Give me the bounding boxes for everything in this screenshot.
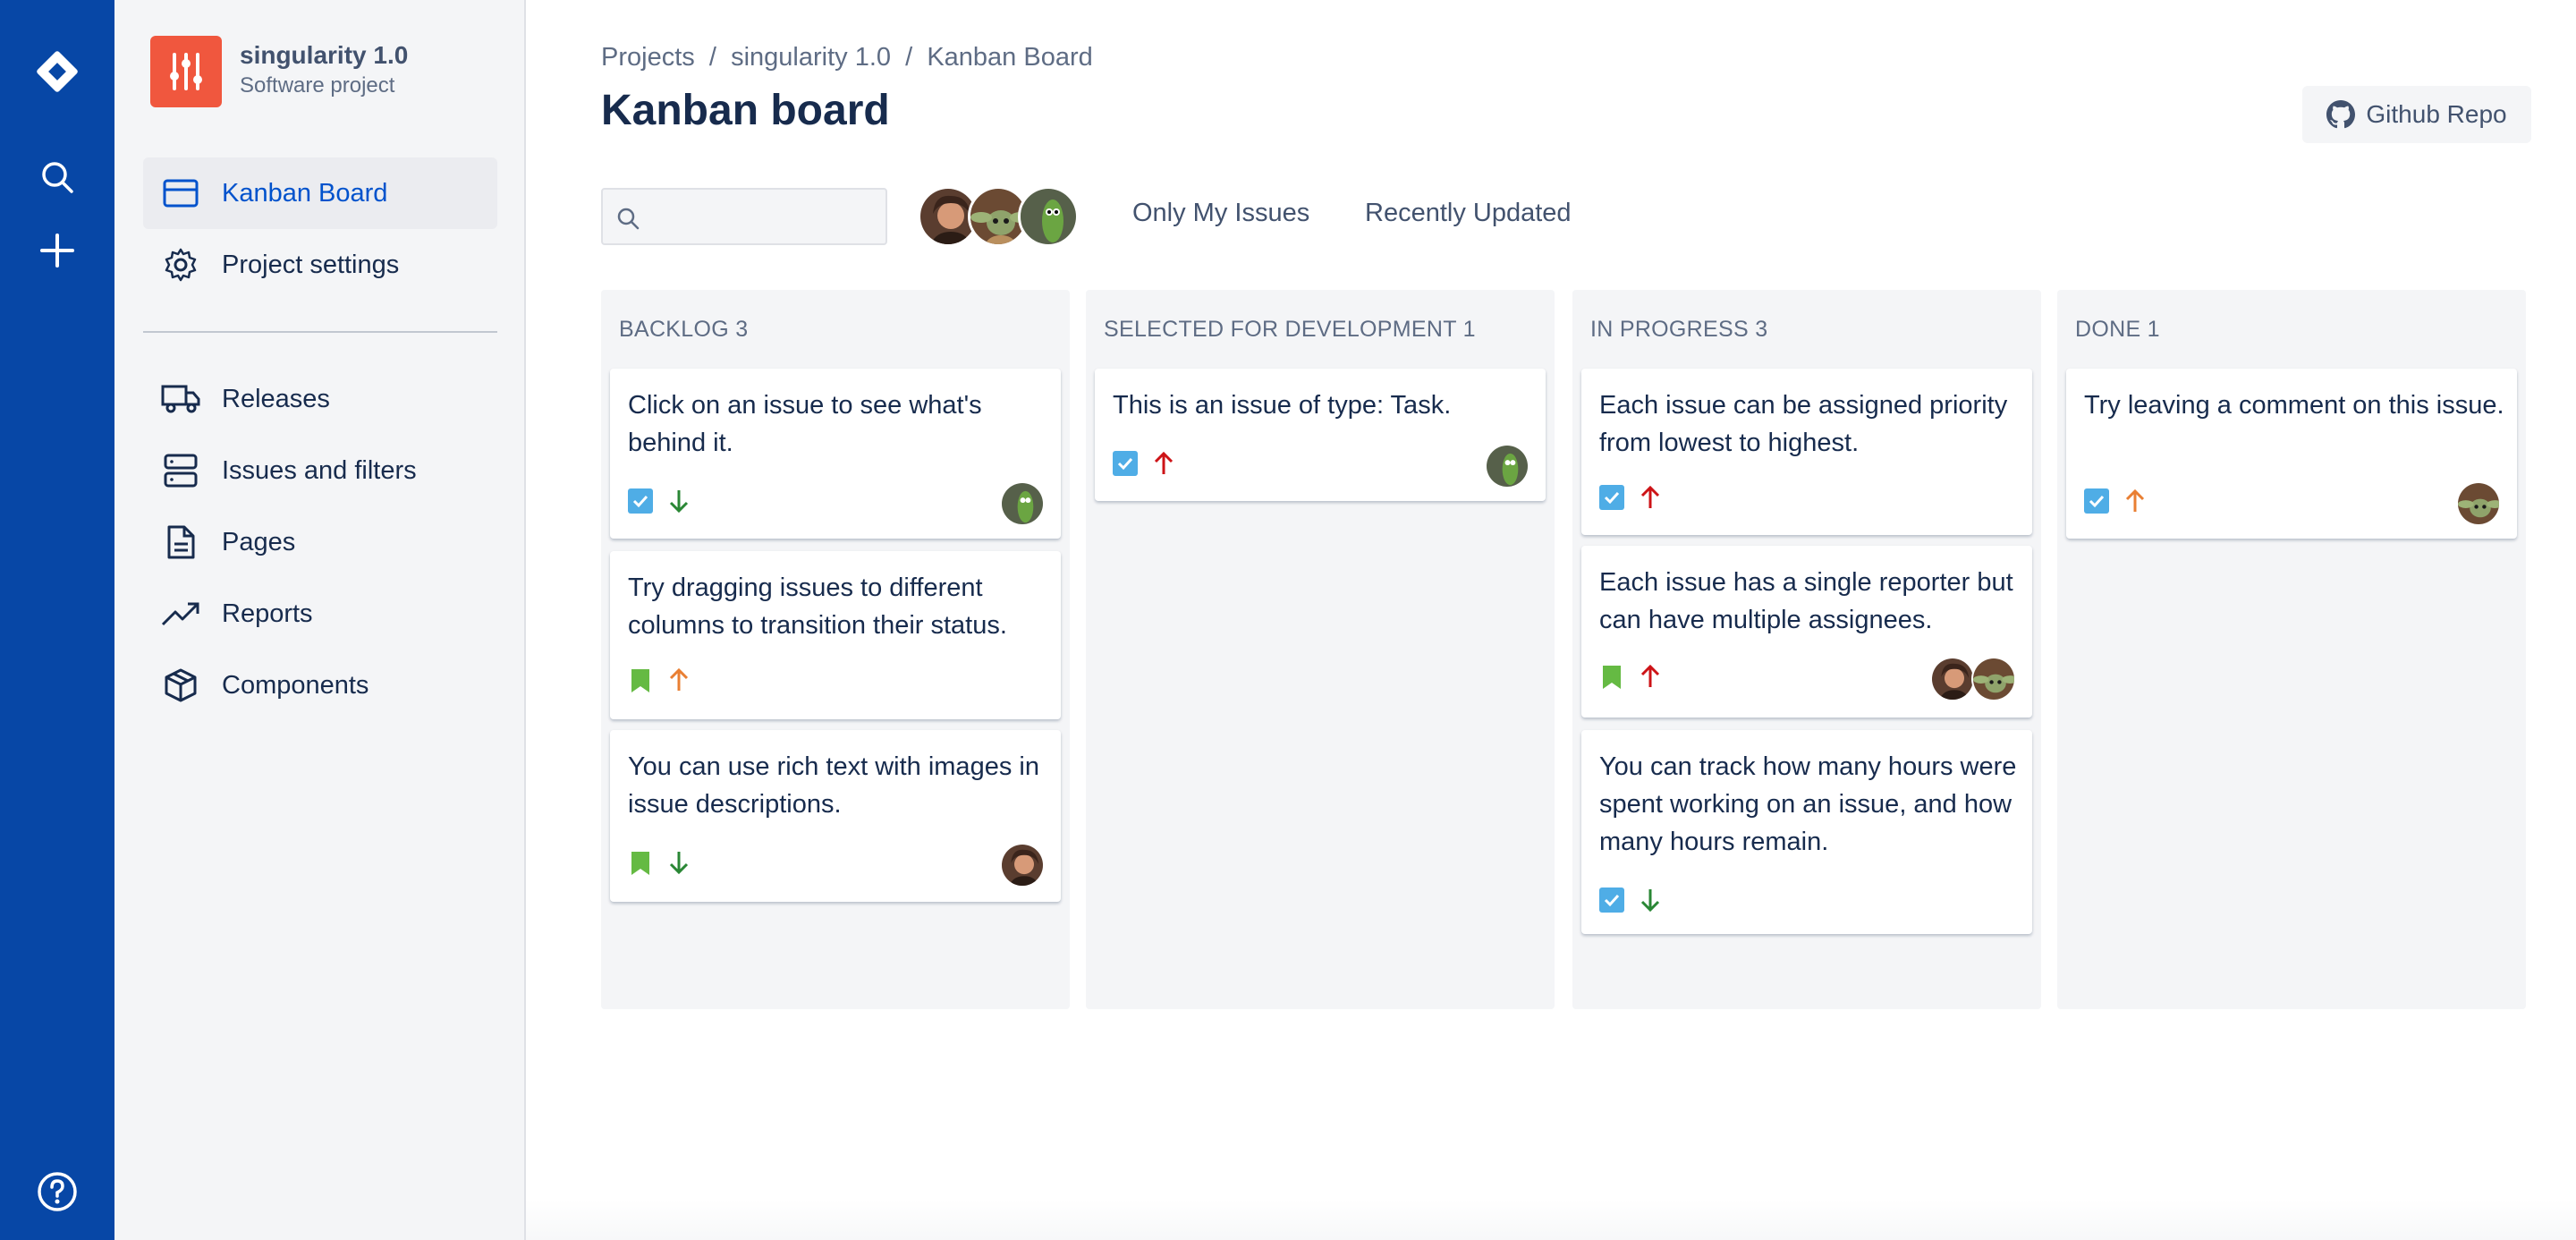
breadcrumb-separator bbox=[695, 43, 709, 72]
plus-icon[interactable] bbox=[0, 222, 114, 279]
avatar bbox=[1971, 657, 2016, 701]
task-type-icon bbox=[1599, 888, 1624, 913]
sidebar-divider bbox=[143, 331, 497, 333]
issue-card[interactable]: Each issue has a single reporter but can… bbox=[1581, 546, 2032, 718]
priority-high-icon bbox=[1637, 483, 1664, 512]
breadcrumb: Projects / singularity 1.0 / Kanban Boar… bbox=[601, 43, 1093, 72]
avatar bbox=[1485, 444, 1530, 488]
breadcrumb-separator: / bbox=[905, 43, 913, 72]
story-type-icon bbox=[1599, 664, 1624, 689]
github-icon bbox=[2326, 100, 2356, 129]
sidebar-item-issues-and-filters[interactable]: Issues and filters bbox=[143, 435, 497, 506]
search-icon[interactable] bbox=[0, 149, 114, 206]
github-repo-label: Github Repo bbox=[2366, 100, 2507, 128]
issue-card[interactable]: You can track how many hours were spent … bbox=[1581, 730, 2032, 934]
issue-title: You can track how many hours were spent … bbox=[1599, 752, 2017, 856]
priority-low-icon bbox=[665, 487, 692, 515]
issue-title: You can use rich text with images in iss… bbox=[628, 752, 1039, 819]
column-title: Done 1 bbox=[2075, 317, 2160, 342]
task-type-icon bbox=[1113, 451, 1138, 476]
search-field[interactable] bbox=[601, 188, 887, 245]
document-icon bbox=[159, 524, 202, 560]
issue-title: Try dragging issues to different columns… bbox=[628, 573, 1007, 640]
board-column-backlog: Backlog 3 Click on an issue to see what'… bbox=[601, 290, 1070, 1009]
board-column-in-progress: In progress 3 Each issue can be assigned… bbox=[1572, 290, 2041, 1009]
sidebar-item-label: Kanban Board bbox=[222, 178, 388, 208]
project-avatar bbox=[150, 36, 222, 107]
sidebar-item-label: Releases bbox=[222, 384, 330, 413]
global-navbar bbox=[0, 0, 114, 1240]
priority-low-icon bbox=[665, 848, 692, 877]
sidebar-item-project-settings[interactable]: Project settings bbox=[143, 229, 497, 301]
task-type-icon bbox=[628, 488, 653, 514]
search-icon bbox=[615, 206, 640, 235]
breadcrumb-item[interactable]: Kanban Board bbox=[927, 43, 1092, 72]
recently-updated-button[interactable]: Recently Updated bbox=[1365, 199, 1572, 228]
breadcrumb-item[interactable]: singularity 1.0 bbox=[731, 43, 891, 72]
issue-title: Each issue has a single reporter but can… bbox=[1599, 568, 2013, 634]
issue-card[interactable]: Try leaving a comment on this issue. bbox=[2066, 369, 2517, 539]
issue-title: Each issue can be assigned priority from… bbox=[1599, 391, 2008, 457]
issue-title: This is an issue of type: Task. bbox=[1113, 391, 1452, 420]
board-icon bbox=[159, 179, 202, 208]
page-footer-shade bbox=[526, 1199, 2576, 1240]
priority-high-icon bbox=[1637, 662, 1664, 691]
jira-logo-icon[interactable] bbox=[0, 43, 114, 100]
sidebar-item-label: Reports bbox=[222, 599, 313, 628]
sidebar-item-pages[interactable]: Pages bbox=[143, 506, 497, 578]
issue-title: Click on an issue to see what's behind i… bbox=[628, 391, 982, 457]
avatar[interactable] bbox=[1018, 186, 1079, 247]
breadcrumb-item[interactable]: Projects bbox=[601, 43, 695, 72]
priority-medium-icon bbox=[2122, 487, 2148, 515]
sidebar-item-label: Components bbox=[222, 670, 369, 700]
sidebar-item-components[interactable]: Components bbox=[143, 650, 497, 721]
truck-icon bbox=[159, 383, 202, 415]
sidebar-item-label: Issues and filters bbox=[222, 455, 417, 485]
priority-high-icon bbox=[1150, 449, 1177, 478]
project-name: singularity 1.0 bbox=[240, 41, 409, 69]
trend-icon bbox=[159, 600, 202, 627]
column-title: Backlog 3 bbox=[619, 317, 749, 342]
issue-card[interactable]: Each issue can be assigned priority from… bbox=[1581, 369, 2032, 535]
task-type-icon bbox=[1599, 485, 1624, 510]
breadcrumb-separator: / bbox=[708, 43, 716, 72]
task-type-icon bbox=[2084, 488, 2109, 514]
priority-low-icon bbox=[1637, 886, 1664, 914]
issue-card[interactable]: Click on an issue to see what's behind i… bbox=[610, 369, 1061, 539]
board-column-done: Done 1 Try leaving a comment on this iss… bbox=[2057, 290, 2526, 1009]
column-title: In progress 3 bbox=[1590, 317, 1768, 342]
server-icon bbox=[159, 453, 202, 488]
gear-icon bbox=[159, 247, 202, 283]
help-icon[interactable] bbox=[0, 1163, 114, 1220]
avatar bbox=[1000, 843, 1045, 888]
only-my-issues-button[interactable]: Only My Issues bbox=[1132, 199, 1309, 228]
avatar bbox=[1930, 657, 1975, 701]
breadcrumb-separator bbox=[912, 43, 927, 72]
breadcrumb-separator bbox=[891, 43, 905, 72]
sidebar-item-label: Project settings bbox=[222, 250, 400, 279]
issue-card[interactable]: Try dragging issues to different columns… bbox=[610, 551, 1061, 719]
column-title: Selected for development 1 bbox=[1104, 317, 1476, 342]
story-type-icon bbox=[628, 667, 653, 692]
project-sidebar: singularity 1.0 Software project Kanban … bbox=[114, 0, 526, 1240]
issue-card[interactable]: You can use rich text with images in iss… bbox=[610, 730, 1061, 902]
avatar bbox=[2456, 481, 2501, 526]
story-type-icon bbox=[628, 850, 653, 875]
breadcrumb-separator bbox=[716, 43, 731, 72]
sidebar-item-label: Pages bbox=[222, 527, 296, 556]
search-input[interactable] bbox=[648, 197, 877, 236]
sidebar-item-reports[interactable]: Reports bbox=[143, 578, 497, 650]
page-title: Kanban board bbox=[601, 87, 890, 134]
sidebar-item-releases[interactable]: Releases bbox=[143, 363, 497, 435]
board-column-selected-for-development: Selected for development 1 This is an is… bbox=[1086, 290, 1555, 1009]
github-repo-button[interactable]: Github Repo bbox=[2302, 86, 2531, 143]
issue-card[interactable]: This is an issue of type: Task. bbox=[1095, 369, 1546, 501]
priority-medium-icon bbox=[665, 666, 692, 694]
sliders-icon bbox=[170, 53, 202, 90]
sidebar-item-kanban-board[interactable]: Kanban Board bbox=[143, 157, 497, 229]
project-type: Software project bbox=[240, 73, 395, 98]
issue-title: Try leaving a comment on this issue. bbox=[2084, 391, 2504, 420]
avatar bbox=[1000, 481, 1045, 526]
box-icon bbox=[159, 667, 202, 703]
